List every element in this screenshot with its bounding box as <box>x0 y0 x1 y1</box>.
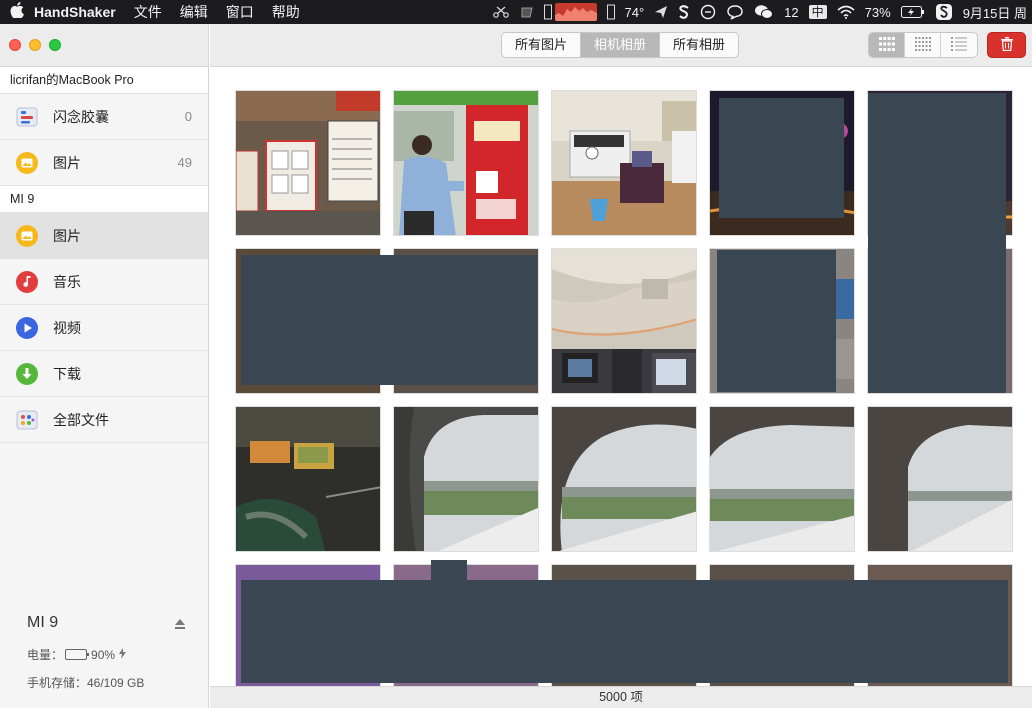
qq-icon[interactable] <box>700 0 716 24</box>
battery-value: 90% <box>91 647 116 662</box>
tab-camera-roll[interactable]: 相机相册 <box>581 33 661 57</box>
menu-window[interactable]: 窗口 <box>226 2 254 22</box>
phone-device-header: MI 9 <box>0 186 208 213</box>
photos-icon <box>15 151 39 175</box>
sidebar: licrifan的MacBook Pro 闪念胶囊 0 图片 49 MI 9 图… <box>0 24 209 708</box>
wechat-icon[interactable] <box>754 0 774 24</box>
sidebar-item-label: 图片 <box>53 154 81 171</box>
photo-thumbnail[interactable] <box>551 248 697 394</box>
main-panel: 所有图片 相机相册 所有相册 5000 项 <box>210 24 1032 708</box>
item-count: 49 <box>177 155 192 170</box>
capsule-icon <box>15 105 39 129</box>
menu-help[interactable]: 帮助 <box>272 2 300 22</box>
sidebar-item-video[interactable]: 视频 <box>0 305 208 351</box>
battery-percent: 73% <box>864 4 891 20</box>
redacted-area <box>241 255 537 385</box>
download-icon <box>15 362 39 386</box>
grid-large-icon <box>878 36 895 54</box>
charging-bolt-icon <box>119 647 127 662</box>
photo-thumbnail[interactable] <box>551 90 697 236</box>
photo-thumbnail[interactable] <box>393 90 539 236</box>
handshaker-window: licrifan的MacBook Pro 闪念胶囊 0 图片 49 MI 9 图… <box>0 24 1032 708</box>
status-bar: 5000 项 <box>210 686 1032 708</box>
photo-grid <box>210 67 1032 687</box>
mac-device-header: licrifan的MacBook Pro <box>0 67 208 94</box>
sidebar-item-label: 视频 <box>53 319 81 336</box>
photos-icon <box>15 224 39 248</box>
sogou-input-icon[interactable] <box>935 0 953 24</box>
menu-edit[interactable]: 编辑 <box>180 2 208 22</box>
sogou-s-icon[interactable] <box>678 0 690 24</box>
wechat-unread-count: 12 <box>784 4 799 20</box>
device-battery-row: 电量： 90% <box>27 646 127 663</box>
music-icon <box>15 270 39 294</box>
delete-button[interactable] <box>987 32 1026 58</box>
sidebar-item-phone-photos[interactable]: 图片 <box>0 213 208 259</box>
apple-menu-icon[interactable] <box>0 2 34 22</box>
sidebar-item-mac-photos[interactable]: 图片 49 <box>0 140 208 186</box>
battery-label: 电量： <box>27 648 64 662</box>
menubar-date[interactable]: 9月15日 周 <box>963 3 1027 22</box>
device-info-panel: MI 9 电量： 90% 手机存储：46/109 GB <box>0 608 208 708</box>
trash-icon <box>1000 36 1013 54</box>
item-count: 0 <box>184 109 192 124</box>
close-window-button[interactable] <box>9 39 21 51</box>
photo-thumbnail[interactable] <box>867 406 1013 552</box>
sidebar-item-music[interactable]: 音乐 <box>0 259 208 305</box>
sidebar-item-all-files[interactable]: 全部文件 <box>0 397 208 443</box>
photo-thumbnail[interactable] <box>235 90 381 236</box>
list-icon <box>951 36 967 54</box>
sidebar-item-label: 音乐 <box>53 273 81 290</box>
redacted-area <box>717 250 836 392</box>
send-icon[interactable] <box>654 0 668 24</box>
scissors-icon[interactable] <box>492 0 510 24</box>
minimize-window-button[interactable] <box>29 39 41 51</box>
sidebar-item-label: 全部文件 <box>53 411 109 428</box>
input-method-indicator[interactable]: 中 <box>808 4 827 20</box>
cpu-monitor-icon[interactable] <box>543 0 597 24</box>
window-titlebar <box>0 24 208 67</box>
tab-all-photos[interactable]: 所有图片 <box>502 33 582 57</box>
chat-bubble-icon[interactable] <box>726 0 744 24</box>
device-storage: 手机存储：46/109 GB <box>27 676 145 690</box>
device-battery-icon <box>65 649 90 660</box>
app-name-menu[interactable]: HandShaker <box>34 4 116 20</box>
view-mode-switch <box>868 32 978 58</box>
temperature-sensor-icon[interactable] <box>606 0 615 24</box>
item-total-count: 5000 项 <box>599 690 643 704</box>
sidebar-item-capsule[interactable]: 闪念胶囊 0 <box>0 94 208 140</box>
sidebar-item-label: 下载 <box>53 365 81 382</box>
menu-bar: HandShaker 文件 编辑 窗口 帮助 74° 12 中 73% 9月15… <box>0 0 1032 24</box>
sidebar-item-label: 图片 <box>53 227 81 244</box>
grid-small-button[interactable] <box>905 33 941 57</box>
sidebar-item-label: 闪念胶囊 <box>53 108 109 125</box>
eject-icon[interactable] <box>174 618 186 630</box>
photo-thumbnail[interactable] <box>393 406 539 552</box>
redacted-area <box>868 93 1006 393</box>
battery-charging-icon[interactable] <box>900 0 925 24</box>
list-view-button[interactable] <box>941 33 977 57</box>
photo-thumbnail[interactable] <box>709 406 855 552</box>
menu-file[interactable]: 文件 <box>134 2 162 22</box>
toolbar: 所有图片 相机相册 所有相册 <box>210 24 1032 67</box>
wifi-icon[interactable] <box>837 0 855 24</box>
temperature-readout: 74° <box>624 4 645 20</box>
sidebar-item-download[interactable]: 下载 <box>0 351 208 397</box>
redacted-area <box>241 580 1008 683</box>
grid-small-icon <box>914 36 931 54</box>
tab-all-albums[interactable]: 所有相册 <box>660 33 738 57</box>
photo-thumbnail[interactable] <box>551 406 697 552</box>
album-tabs: 所有图片 相机相册 所有相册 <box>501 32 740 58</box>
video-icon <box>15 316 39 340</box>
zoom-window-button[interactable] <box>49 39 61 51</box>
redacted-area <box>719 98 844 218</box>
sync-icon[interactable] <box>520 0 534 24</box>
photo-thumbnail[interactable] <box>235 406 381 552</box>
device-name: MI 9 <box>27 614 59 631</box>
all-files-icon <box>15 408 39 432</box>
grid-large-button[interactable] <box>869 33 905 57</box>
ime-badge: 中 <box>808 5 827 19</box>
